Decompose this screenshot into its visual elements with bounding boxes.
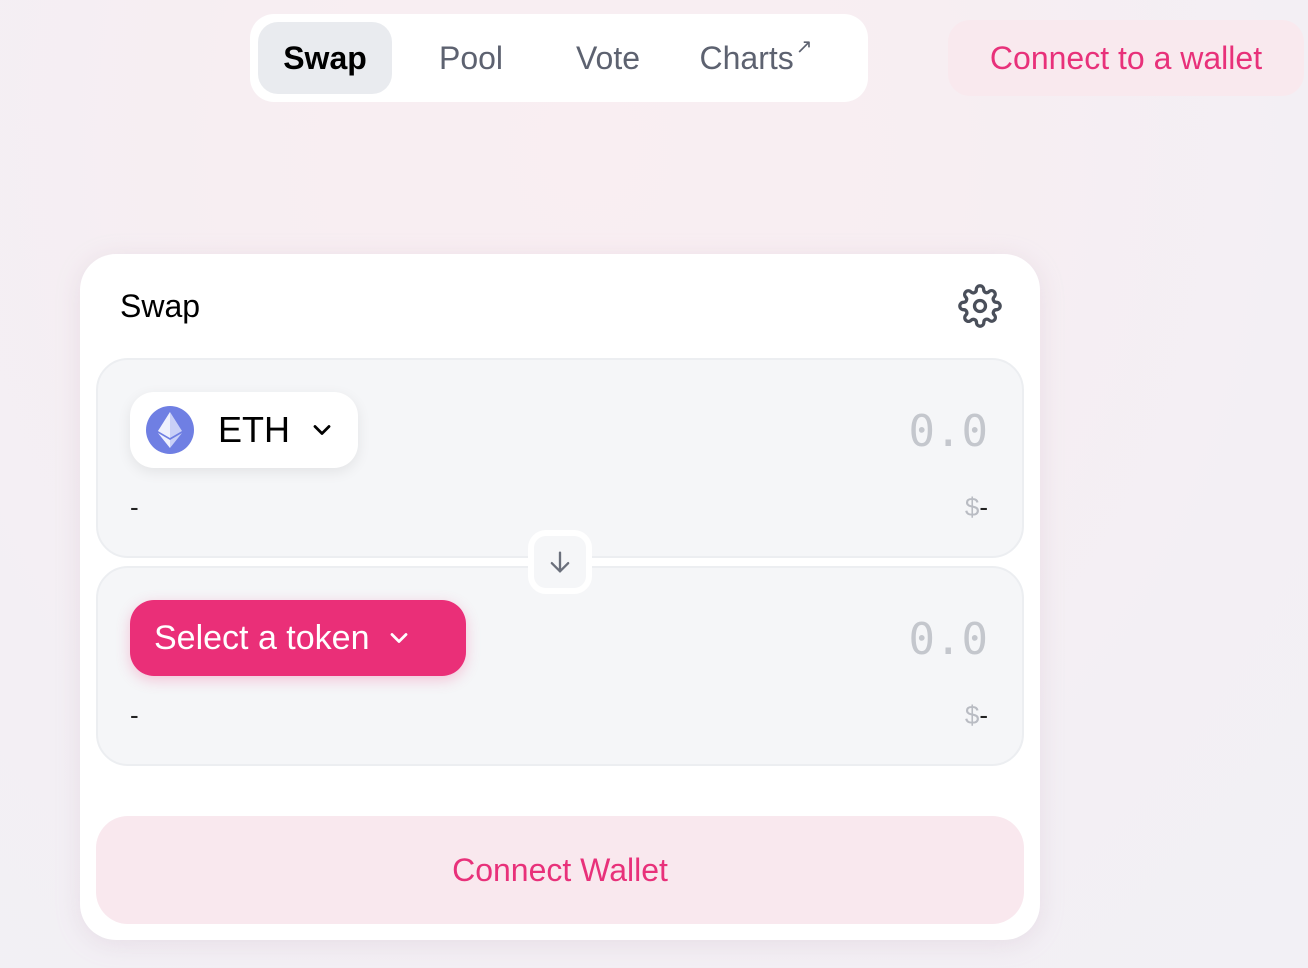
connect-to-wallet-button[interactable]: Connect to a wallet — [948, 20, 1304, 96]
chevron-down-icon — [391, 633, 408, 643]
usd-amount: - — [979, 700, 988, 730]
connect-to-wallet-label: Connect to a wallet — [989, 39, 1263, 76]
output-amount-field[interactable] — [748, 614, 988, 665]
connect-wallet-label: Connect Wallet — [452, 851, 668, 888]
select-token-label: Select a token — [154, 618, 370, 657]
output-balance: - — [130, 700, 139, 730]
tab-pool-label: Pool — [438, 39, 504, 76]
input-amount-field[interactable] — [748, 406, 988, 457]
output-panel: Select a token - $- — [96, 566, 1024, 766]
arrow-up-right-icon: ↗ — [795, 35, 813, 58]
eth-icon — [146, 406, 194, 454]
gear-icon[interactable] — [958, 284, 1002, 328]
usd-symbol: $ — [964, 492, 980, 522]
tab-charts[interactable]: Charts ↗ — [666, 22, 846, 94]
tab-pool[interactable]: Pool — [392, 22, 550, 94]
tab-swap-label: Swap — [283, 39, 367, 76]
tab-vote-label: Vote — [575, 39, 641, 76]
input-usd-value: $- — [965, 492, 988, 523]
output-usd-value: $- — [965, 700, 988, 731]
input-balance: - — [130, 492, 139, 522]
tab-swap[interactable]: Swap — [258, 22, 392, 94]
token-name: ETH — [218, 409, 290, 450]
select-token-button[interactable]: Select a token — [130, 600, 466, 676]
swap-card: Swap ETH - $- — [80, 254, 1040, 940]
input-panel: ETH - $- — [96, 358, 1024, 558]
usd-symbol: $ — [964, 700, 980, 730]
usd-amount: - — [979, 492, 988, 522]
switch-tokens-button[interactable] — [528, 530, 592, 594]
token-select-eth[interactable]: ETH — [130, 392, 358, 468]
arrow-down-icon — [550, 551, 570, 573]
connect-wallet-button[interactable]: Connect Wallet — [96, 816, 1024, 924]
top-nav: Swap Pool Vote Charts ↗ — [250, 14, 868, 102]
chevron-down-icon — [313, 425, 331, 435]
swap-title: Swap — [120, 288, 201, 324]
tab-charts-label: Charts — [699, 39, 794, 76]
tab-vote[interactable]: Vote — [550, 22, 666, 94]
